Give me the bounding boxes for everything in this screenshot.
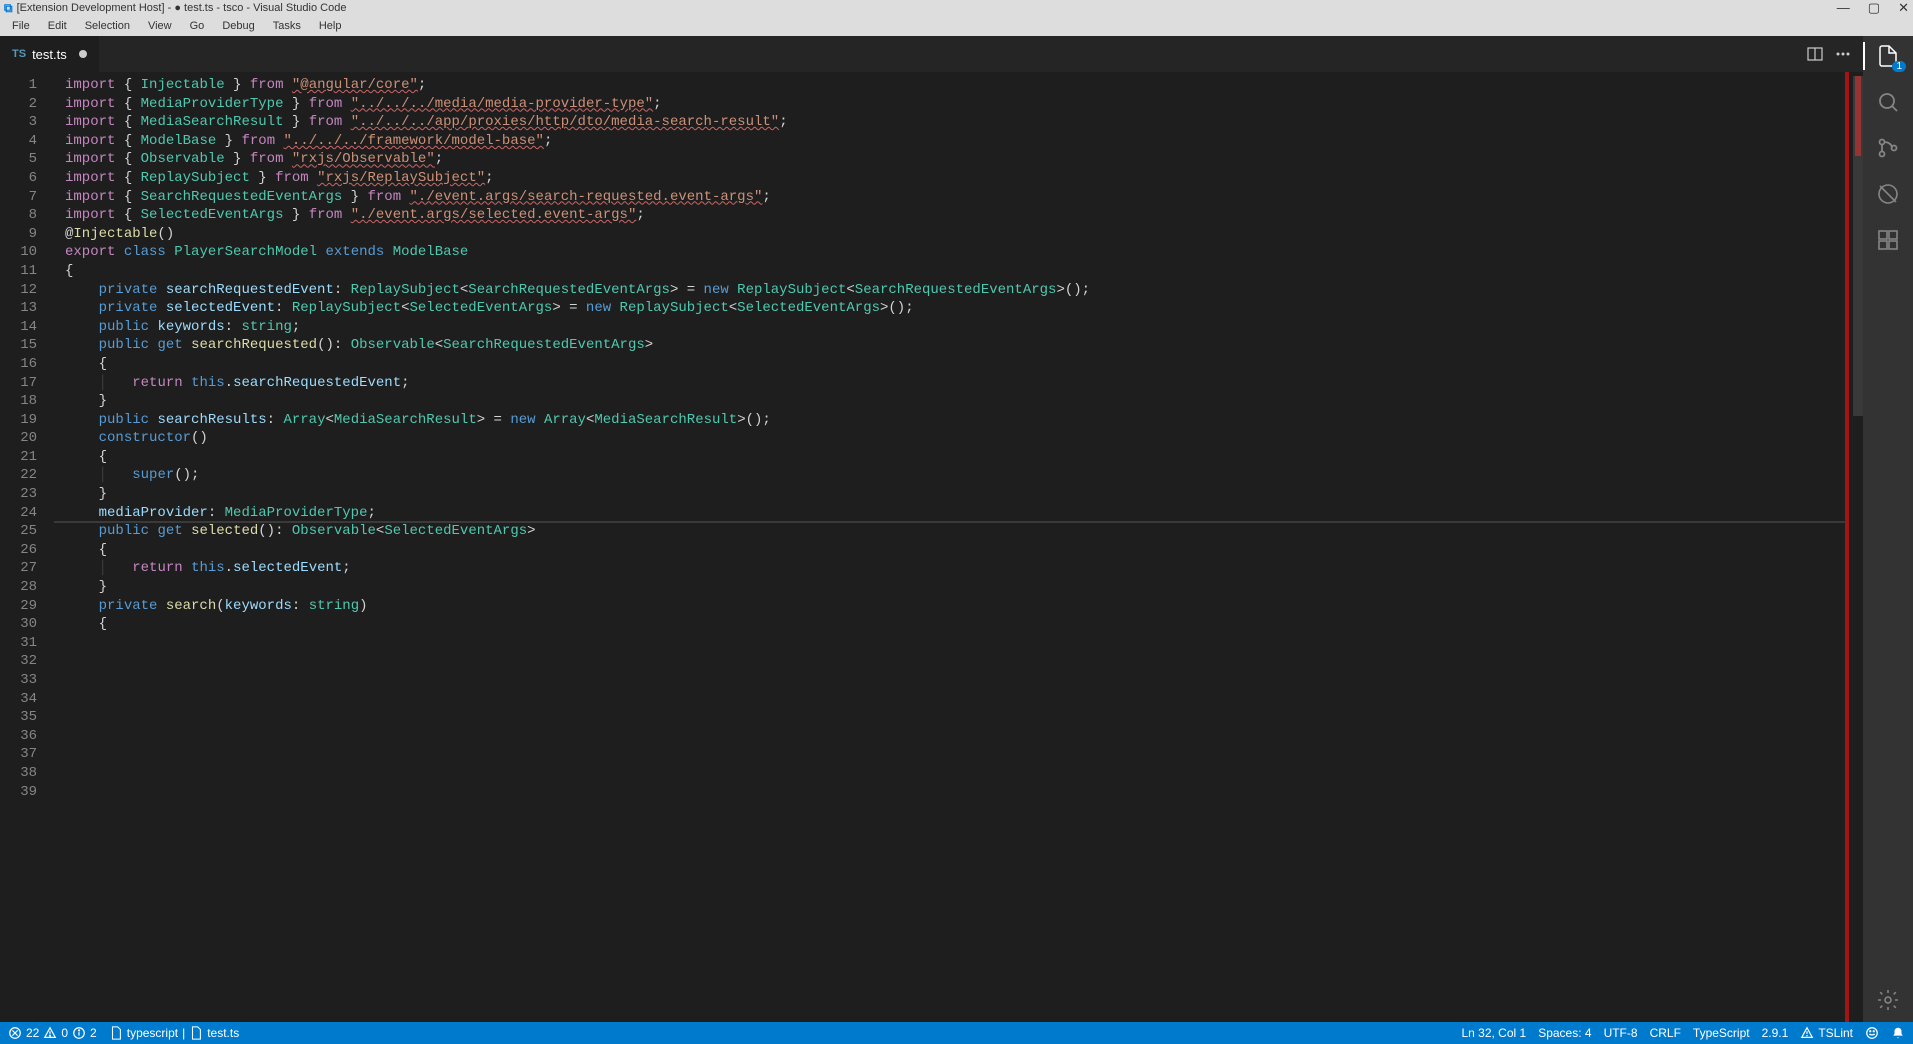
- info-count: 2: [90, 1026, 97, 1040]
- code-line[interactable]: import { MediaProviderType } from "../..…: [55, 95, 1845, 114]
- code-line[interactable]: import { Injectable } from "@angular/cor…: [55, 76, 1845, 95]
- minimize-button[interactable]: —: [1837, 0, 1850, 16]
- menu-file[interactable]: File: [4, 18, 38, 34]
- code-line[interactable]: {: [55, 262, 1845, 281]
- code-line[interactable]: }: [55, 578, 1845, 597]
- error-count: 22: [26, 1026, 39, 1040]
- warning-icon: [43, 1026, 57, 1040]
- code-line[interactable]: export class PlayerSearchModel extends M…: [55, 243, 1845, 262]
- activity-bar: 1: [1863, 36, 1913, 1022]
- code-editor[interactable]: 1234567891011121314151617181920212223242…: [0, 72, 1863, 1022]
- debug-icon[interactable]: [1876, 182, 1900, 206]
- code-line[interactable]: │ return this.selectedEvent;: [55, 559, 1845, 578]
- titlebar: ⧉ [Extension Development Host] - ● test.…: [0, 0, 1913, 16]
- code-line[interactable]: import { ReplaySubject } from "rxjs/Repl…: [55, 169, 1845, 188]
- status-bell-icon[interactable]: [1891, 1026, 1905, 1040]
- code-content[interactable]: import { Injectable } from "@angular/cor…: [55, 72, 1845, 1022]
- vscode-icon: ⧉: [4, 1, 13, 16]
- status-feedback-icon[interactable]: [1865, 1026, 1879, 1040]
- extensions-icon[interactable]: [1876, 228, 1900, 252]
- dirty-indicator-icon: [79, 50, 87, 58]
- menu-go[interactable]: Go: [182, 18, 213, 34]
- code-line[interactable]: private search(keywords: string): [55, 597, 1845, 616]
- code-line[interactable]: import { SearchRequestedEventArgs } from…: [55, 188, 1845, 207]
- tabs-row: TS test.ts: [0, 36, 1863, 72]
- settings-gear-icon[interactable]: [1876, 988, 1900, 1012]
- code-line[interactable]: public get selected(): Observable<Select…: [55, 522, 1845, 541]
- status-tslint[interactable]: TSLint: [1800, 1026, 1853, 1040]
- code-line[interactable]: {: [55, 541, 1845, 560]
- typescript-icon: TS: [12, 48, 26, 60]
- menu-view[interactable]: View: [140, 18, 180, 34]
- code-line[interactable]: @Injectable(): [55, 225, 1845, 244]
- menu-debug[interactable]: Debug: [214, 18, 262, 34]
- status-sep: |: [182, 1026, 185, 1040]
- menu-help[interactable]: Help: [311, 18, 350, 34]
- menu-edit[interactable]: Edit: [40, 18, 75, 34]
- status-language[interactable]: TypeScript: [1693, 1026, 1750, 1040]
- lang-file-icon-2: [189, 1026, 203, 1040]
- code-line[interactable]: }: [55, 485, 1845, 504]
- close-button[interactable]: ✕: [1898, 0, 1909, 16]
- code-line[interactable]: import { Observable } from "rxjs/Observa…: [55, 150, 1845, 169]
- status-tsversion[interactable]: 2.9.1: [1762, 1026, 1789, 1040]
- explorer-icon[interactable]: 1: [1876, 44, 1900, 68]
- code-line[interactable]: │ return this.searchRequestedEvent;: [55, 374, 1845, 393]
- status-eol[interactable]: CRLF: [1650, 1026, 1681, 1040]
- menubar: File Edit Selection View Go Debug Tasks …: [0, 16, 1913, 36]
- status-cursor[interactable]: Ln 32, Col 1: [1461, 1026, 1526, 1040]
- tab-label: test.ts: [32, 47, 67, 62]
- search-icon[interactable]: [1876, 90, 1900, 114]
- code-line[interactable]: import { MediaSearchResult } from "../..…: [55, 113, 1845, 132]
- code-line[interactable]: constructor(): [55, 429, 1845, 448]
- file-name: test.ts: [207, 1026, 239, 1040]
- lang-mode-text: typescript: [127, 1026, 178, 1040]
- menu-selection[interactable]: Selection: [77, 18, 138, 34]
- code-line[interactable]: import { SelectedEventArgs } from "./eve…: [55, 206, 1845, 225]
- code-line[interactable]: import { ModelBase } from "../../../fram…: [55, 132, 1845, 151]
- maximize-button[interactable]: ▢: [1868, 0, 1880, 16]
- menu-tasks[interactable]: Tasks: [265, 18, 309, 34]
- status-encoding[interactable]: UTF-8: [1604, 1026, 1638, 1040]
- code-line[interactable]: private selectedEvent: ReplaySubject<Sel…: [55, 299, 1845, 318]
- warning-count: 0: [61, 1026, 68, 1040]
- info-icon: [72, 1026, 86, 1040]
- overview-ruler[interactable]: [1849, 72, 1863, 1022]
- tab-test-ts[interactable]: TS test.ts: [0, 36, 100, 72]
- statusbar: 22 0 2 typescript | test.ts Ln 32, Col 1…: [0, 1022, 1913, 1044]
- tslint-warning-icon: [1800, 1026, 1814, 1040]
- code-line[interactable]: mediaProvider: MediaProviderType;: [55, 504, 1845, 523]
- window-title: [Extension Development Host] - ● test.ts…: [17, 2, 347, 14]
- code-line[interactable]: {: [55, 355, 1845, 374]
- status-spaces[interactable]: Spaces: 4: [1538, 1026, 1591, 1040]
- code-line[interactable]: private searchRequestedEvent: ReplaySubj…: [55, 281, 1845, 300]
- code-line[interactable]: }: [55, 392, 1845, 411]
- explorer-badge: 1: [1892, 61, 1906, 72]
- code-line[interactable]: public keywords: string;: [55, 318, 1845, 337]
- code-line[interactable]: {: [55, 615, 1845, 634]
- scrollbar-thumb[interactable]: [1853, 76, 1863, 416]
- code-line[interactable]: public searchResults: Array<MediaSearchR…: [55, 411, 1845, 430]
- status-problems[interactable]: 22 0 2: [8, 1026, 97, 1040]
- status-language-mode[interactable]: typescript | test.ts: [109, 1026, 240, 1040]
- more-actions-icon[interactable]: [1835, 46, 1851, 62]
- lang-file-icon: [109, 1026, 123, 1040]
- source-control-icon[interactable]: [1876, 136, 1900, 160]
- code-line[interactable]: │ super();: [55, 466, 1845, 485]
- code-line[interactable]: {: [55, 448, 1845, 467]
- line-number-gutter: 1234567891011121314151617181920212223242…: [0, 72, 55, 1022]
- code-line[interactable]: public get searchRequested(): Observable…: [55, 336, 1845, 355]
- split-editor-icon[interactable]: [1807, 46, 1823, 62]
